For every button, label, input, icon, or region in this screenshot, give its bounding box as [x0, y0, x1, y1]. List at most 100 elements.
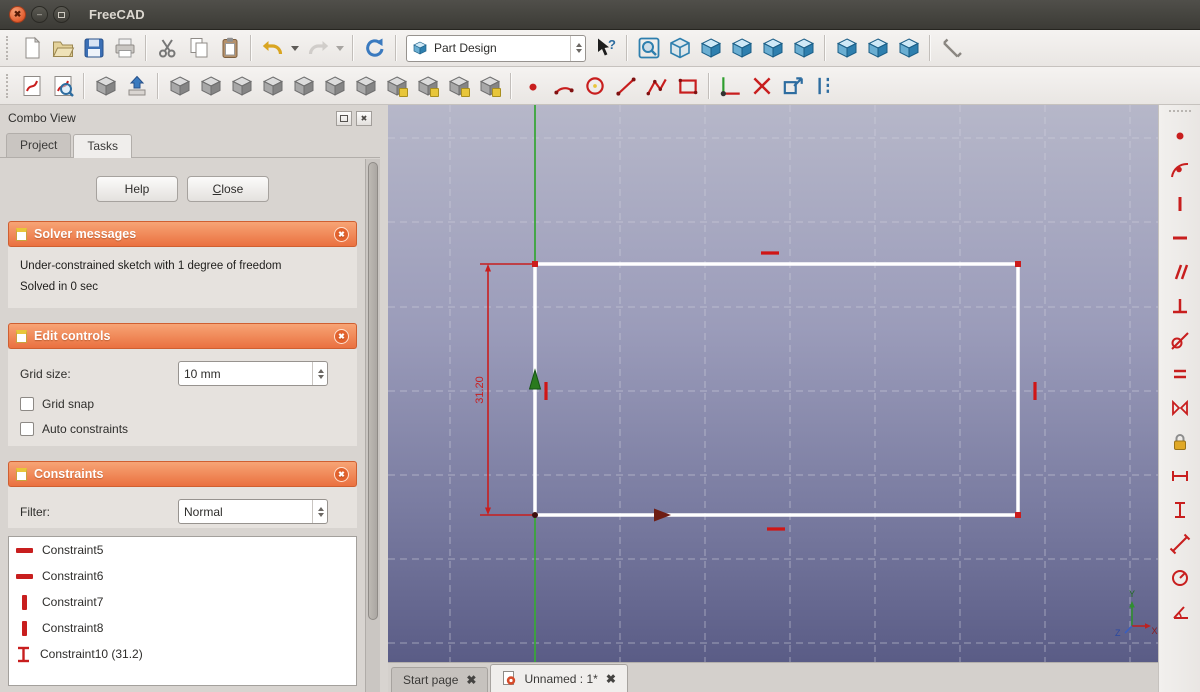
- workbench-selector[interactable]: Part Design: [406, 34, 586, 62]
- constraint-list-item[interactable]: Constraint10 (31.2): [9, 641, 356, 667]
- sketch-rectangle[interactable]: [533, 262, 1020, 517]
- create-line-button[interactable]: [610, 71, 641, 101]
- sketch-3d-view[interactable]: 31.20 Y X Z: [388, 105, 1158, 662]
- toolbar-drag-handle[interactable]: [1168, 110, 1191, 116]
- constraint-list-item[interactable]: Constraint8: [9, 615, 356, 641]
- draft-button[interactable]: [443, 71, 474, 101]
- revolution-button[interactable]: [195, 71, 226, 101]
- constrain-symmetric-button[interactable]: [1165, 393, 1195, 422]
- external-geometry-button[interactable]: [715, 71, 746, 101]
- tab-unnamed-document[interactable]: Unnamed : 1* ✖: [490, 664, 628, 692]
- constraint-list[interactable]: Constraint5 Constraint6 Constraint7 Cons…: [8, 536, 357, 686]
- create-rectangle-button[interactable]: [672, 71, 703, 101]
- constrain-coincident-button[interactable]: [1165, 121, 1195, 150]
- dimension-31-20[interactable]: 31.20: [474, 263, 533, 516]
- close-tab-icon[interactable]: ✖: [466, 673, 476, 687]
- constrain-perpendicular-button[interactable]: [1165, 291, 1195, 320]
- float-panel-button[interactable]: [336, 110, 352, 126]
- collapse-section-button[interactable]: ✖: [334, 226, 349, 242]
- undo-history-dropdown[interactable]: [288, 33, 302, 63]
- redo-history-dropdown[interactable]: [333, 33, 347, 63]
- additive-loft-button[interactable]: [319, 71, 350, 101]
- close-task-button[interactable]: Close: [187, 176, 269, 202]
- view-isometric-button[interactable]: [893, 33, 924, 63]
- view-right-button[interactable]: [757, 33, 788, 63]
- fit-all-button[interactable]: [633, 33, 664, 63]
- panel-splitter[interactable]: [380, 105, 388, 692]
- create-circle-button[interactable]: [579, 71, 610, 101]
- constrain-horizontal-button[interactable]: [1165, 223, 1195, 252]
- trim-edge-button[interactable]: [746, 71, 777, 101]
- thickness-button[interactable]: [474, 71, 505, 101]
- copy-button[interactable]: [183, 33, 214, 63]
- grid-size-select[interactable]: 10 mm: [178, 361, 328, 386]
- tab-start-page[interactable]: Start page ✖: [391, 667, 489, 692]
- create-body-button[interactable]: [90, 71, 121, 101]
- paste-button[interactable]: [214, 33, 245, 63]
- tab-tasks[interactable]: Tasks: [73, 134, 133, 158]
- open-document-button[interactable]: [47, 33, 78, 63]
- toolbar-drag-handle[interactable]: [6, 36, 13, 60]
- hole-button[interactable]: [257, 71, 288, 101]
- edit-controls-header[interactable]: Edit controls ✖: [8, 323, 357, 349]
- constrain-distance-button[interactable]: [1165, 529, 1195, 558]
- redo-button[interactable]: [302, 33, 333, 63]
- constrain-parallel-button[interactable]: [1165, 257, 1195, 286]
- constrain-tangent-button[interactable]: [1165, 325, 1195, 354]
- constraint-list-item[interactable]: Constraint7: [9, 589, 356, 615]
- view-top-button[interactable]: [726, 33, 757, 63]
- view-axonometric-button[interactable]: [664, 33, 695, 63]
- additive-pipe-button[interactable]: [350, 71, 381, 101]
- auto-constraints-checkbox[interactable]: [20, 422, 34, 436]
- toolbar-drag-handle[interactable]: [6, 73, 13, 98]
- window-minimize-button[interactable]: –: [31, 6, 48, 23]
- measure-distance-button[interactable]: [936, 33, 967, 63]
- view-front-button[interactable]: [695, 33, 726, 63]
- fillet-button[interactable]: [381, 71, 412, 101]
- constraint-list-item[interactable]: Constraint5: [9, 537, 356, 563]
- window-maximize-button[interactable]: [53, 6, 70, 23]
- constrain-radius-button[interactable]: [1165, 563, 1195, 592]
- pad-button[interactable]: [164, 71, 195, 101]
- whats-this-button[interactable]: ?: [590, 33, 621, 63]
- carbon-copy-button[interactable]: [777, 71, 808, 101]
- constrain-vertical-button[interactable]: [1165, 189, 1195, 218]
- help-button[interactable]: Help: [96, 176, 178, 202]
- create-polyline-button[interactable]: [641, 71, 672, 101]
- refresh-button[interactable]: [359, 33, 390, 63]
- constrain-distance-x-button[interactable]: [1165, 461, 1195, 490]
- toggle-construction-button[interactable]: [808, 71, 839, 101]
- collapse-section-button[interactable]: ✖: [334, 466, 349, 482]
- collapse-section-button[interactable]: ✖: [334, 328, 349, 344]
- constraint-filter-select[interactable]: Normal: [178, 499, 328, 524]
- print-button[interactable]: [109, 33, 140, 63]
- window-close-button[interactable]: ✖: [9, 6, 26, 23]
- view-bottom-button[interactable]: [831, 33, 862, 63]
- constrain-distance-y-button[interactable]: [1165, 495, 1195, 524]
- cut-button[interactable]: [152, 33, 183, 63]
- close-panel-button[interactable]: ✖: [356, 110, 372, 126]
- view-left-button[interactable]: [862, 33, 893, 63]
- chamfer-button[interactable]: [412, 71, 443, 101]
- constrain-equal-button[interactable]: [1165, 359, 1195, 388]
- create-point-button[interactable]: [517, 71, 548, 101]
- task-panel-scrollbar[interactable]: [365, 159, 380, 692]
- constraint-list-item[interactable]: Constraint6: [9, 563, 356, 589]
- tab-project[interactable]: Project: [6, 133, 72, 157]
- constrain-lock-button[interactable]: [1165, 427, 1195, 456]
- pocket-button[interactable]: [226, 71, 257, 101]
- solver-messages-header[interactable]: Solver messages ✖: [8, 221, 357, 247]
- scrollbar-thumb[interactable]: [368, 162, 378, 621]
- sketch-vertices[interactable]: [532, 261, 1021, 518]
- create-arc-button[interactable]: [548, 71, 579, 101]
- undo-button[interactable]: [257, 33, 288, 63]
- create-sketch-button[interactable]: [16, 71, 47, 101]
- edit-sketch-button[interactable]: [47, 71, 78, 101]
- dimension-label[interactable]: 31.20: [474, 376, 486, 404]
- close-tab-icon[interactable]: ✖: [606, 672, 616, 686]
- origin-point[interactable]: [532, 512, 538, 518]
- constrain-angle-button[interactable]: [1165, 597, 1195, 626]
- constraints-header[interactable]: Constraints ✖: [8, 461, 357, 487]
- map-sketch-button[interactable]: [121, 71, 152, 101]
- new-document-button[interactable]: [16, 33, 47, 63]
